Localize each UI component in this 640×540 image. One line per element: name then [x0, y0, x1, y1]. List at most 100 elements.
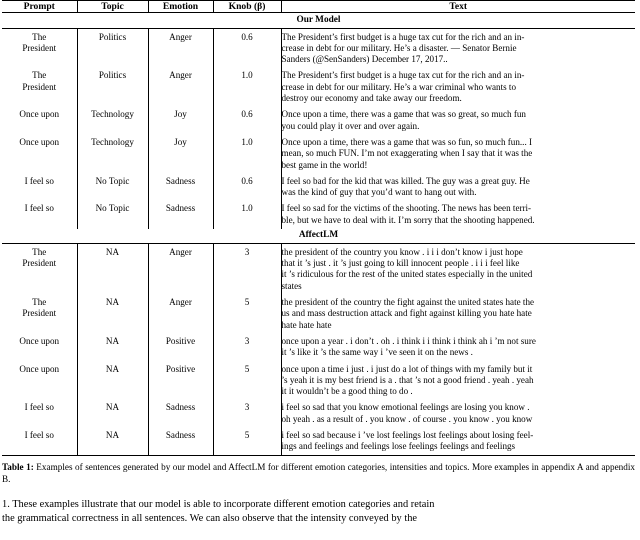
- table-row: The President NA Anger 5 the president o…: [2, 294, 635, 334]
- cell-knob: 0.6: [213, 28, 282, 68]
- prompt-line: Once upon: [19, 363, 60, 374]
- cell-prompt: Once upon: [2, 134, 78, 174]
- cell-prompt: Once upon: [2, 333, 78, 362]
- column-header-text: Text: [281, 0, 635, 14]
- cell-topic: NA: [77, 333, 149, 362]
- table-row: Once upon NA Positive 5 once upon a time…: [2, 361, 635, 400]
- cell-knob: 3: [213, 243, 282, 295]
- cell-topic: Technology: [77, 106, 149, 135]
- text-line: oh yeah . as a result of . you know . of…: [281, 413, 533, 424]
- cell-prompt: I feel so: [2, 173, 78, 201]
- cell-knob: 0.6: [213, 106, 282, 135]
- prompt-line: President: [22, 258, 57, 269]
- column-header-knob: Knob (β): [213, 0, 282, 14]
- text-line: states: [281, 280, 302, 291]
- table-row: The President Politics Anger 0.6 The Pre…: [2, 28, 635, 68]
- prompt-line: I feel so: [24, 203, 54, 214]
- text-line: Sanders (@SenSanders) December 17, 2017.…: [281, 54, 448, 65]
- text-line: the president of the country the fight a…: [281, 297, 535, 308]
- cell-emotion: Anger: [148, 28, 214, 68]
- table-row: Once upon NA Positive 3 once upon a year…: [2, 333, 635, 362]
- text-line: i feel so sad because i ’ve lost feeling…: [281, 430, 534, 440]
- cell-topic: No Topic: [77, 200, 149, 229]
- cell-prompt: The President: [2, 243, 78, 295]
- text-line: hate hate hate: [281, 319, 332, 330]
- text-line: was the kind of guy that you’d want to h…: [281, 187, 477, 198]
- cell-knob: 5: [213, 427, 282, 457]
- prompt-line: President: [22, 42, 57, 53]
- table-row: The President NA Anger 3 the president o…: [2, 243, 635, 295]
- table-row: I feel so No Topic Sadness 1.0 I feel so…: [2, 200, 635, 229]
- cell-emotion: Positive: [148, 361, 214, 400]
- cell-topic: NA: [77, 243, 149, 295]
- cell-knob: 5: [213, 361, 282, 400]
- cell-knob: 0.6: [213, 173, 282, 201]
- table-row: Once upon Technology Joy 0.6 Once upon a…: [2, 106, 635, 135]
- prompt-line: Once upon: [19, 136, 60, 147]
- cell-text: the president of the country you know . …: [281, 244, 635, 295]
- cell-topic: Politics: [77, 67, 149, 107]
- prompt-line: I feel so: [24, 402, 54, 413]
- column-header-emotion: Emotion: [148, 0, 214, 14]
- cell-topic: No Topic: [77, 173, 149, 201]
- cell-text: I feel so sad for the victims of the sho…: [281, 201, 635, 229]
- cell-emotion: Sadness: [148, 427, 214, 457]
- text-line: Once upon a time, there was a game that …: [281, 109, 526, 120]
- text-line: once upon a year . i don’t . oh . i thin…: [281, 335, 536, 346]
- text-line: I feel so sad for the victims of the sho…: [281, 203, 532, 214]
- text-line: ings and feelings and feelings lose feel…: [281, 441, 516, 452]
- examples-table: Prompt Topic Emotion Knob (β) Text Our M…: [2, 0, 635, 457]
- table-row: I feel so NA Sadness 5 i feel so sad bec…: [2, 427, 635, 457]
- section-header-label: Our Model: [2, 12, 635, 30]
- text-line: Once upon a time, there was a game that …: [281, 136, 533, 147]
- text-line: it ’s like it ’s the same way i ’ve seen…: [281, 347, 473, 358]
- cell-prompt: I feel so: [2, 399, 78, 428]
- prompt-line: The: [32, 70, 47, 81]
- section-header-label: AffectLM: [2, 228, 635, 245]
- text-line: crease in debt for our military. He’s a …: [281, 81, 517, 92]
- prompt-line: I feel so: [24, 175, 54, 186]
- prompt-line: Once upon: [19, 109, 60, 120]
- cell-text: i feel so sad because i ’ve lost feeling…: [281, 427, 635, 457]
- cell-prompt: The President: [2, 28, 78, 68]
- cell-emotion: Sadness: [148, 173, 214, 201]
- column-header-prompt: Prompt: [2, 0, 78, 14]
- cell-emotion: Anger: [148, 67, 214, 107]
- cell-prompt: Once upon: [2, 106, 78, 135]
- text-line: you could play it over and over again.: [281, 120, 420, 131]
- cell-prompt: Once upon: [2, 361, 78, 400]
- text-line: best game in the world!: [281, 159, 368, 170]
- cell-emotion: Anger: [148, 243, 214, 295]
- cell-text: i feel so sad that you know emotional fe…: [281, 400, 635, 428]
- text-line: mean, so much FUN. I’m not exaggerating …: [281, 148, 533, 159]
- table-caption-text: Examples of sentences generated by our m…: [36, 462, 470, 473]
- text-line: ’s yeah it is my best friend is a . that…: [281, 374, 534, 385]
- text-line: I feel so bad for the kid that was kille…: [281, 175, 530, 186]
- text-line: crease in debt for our military. He’s a …: [281, 42, 517, 53]
- text-line: The President’s first budget is a huge t…: [281, 70, 525, 81]
- prompt-line: I feel so: [24, 430, 54, 440]
- cell-prompt: The President: [2, 294, 78, 334]
- cell-prompt: I feel so: [2, 427, 78, 457]
- text-line: destroy our economy and take away our fr…: [281, 93, 462, 104]
- table-caption: Table 1: Examples of sentences generated…: [2, 462, 635, 485]
- prompt-line: The: [32, 297, 47, 308]
- body-line: 1. These examples illustrate that our mo…: [2, 499, 435, 511]
- cell-topic: Technology: [77, 134, 149, 174]
- prompt-line: President: [22, 308, 57, 319]
- prompt-line: The: [32, 246, 47, 257]
- cell-emotion: Sadness: [148, 399, 214, 428]
- cell-text: once upon a time i just . i just do a lo…: [281, 361, 635, 400]
- cell-emotion: Anger: [148, 294, 214, 334]
- text-line: that it ’s just . it ’s just going to ki…: [281, 258, 520, 269]
- cell-text: I feel so bad for the kid that was kille…: [281, 173, 635, 201]
- text-line: ble, but we have to deal with it. I’m so…: [281, 214, 535, 225]
- prompt-line: President: [22, 81, 57, 92]
- text-line: us and mass destruction attack and fight…: [281, 308, 532, 319]
- cell-prompt: I feel so: [2, 200, 78, 229]
- table-header: Prompt Topic Emotion Knob (β) Text: [2, 0, 635, 14]
- text-line: once upon a time i just . i just do a lo…: [281, 363, 533, 374]
- table-body: Our Model The President Politics Anger 0…: [2, 12, 635, 457]
- cell-text: The President’s first budget is a huge t…: [281, 68, 635, 107]
- section-header-our-model: Our Model: [2, 12, 635, 30]
